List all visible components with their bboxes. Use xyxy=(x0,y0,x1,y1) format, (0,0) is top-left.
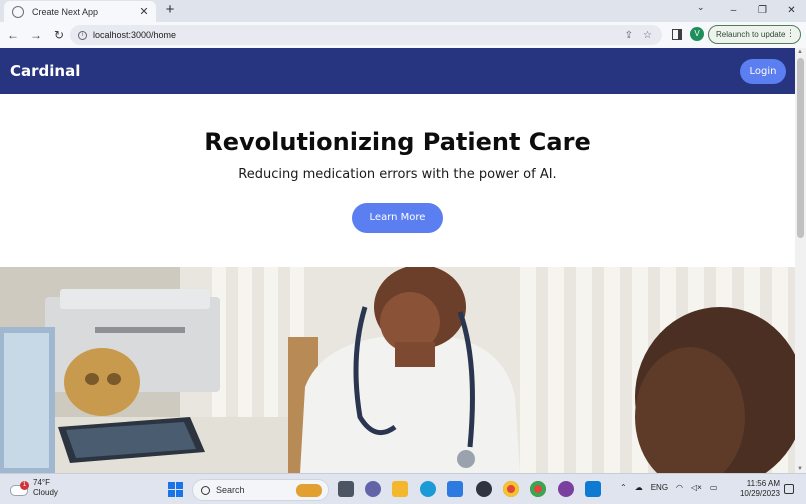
system-tray: ⌃ ☁ ENG ◠ ◁× ▭ xyxy=(620,483,725,492)
search-label: Search xyxy=(216,485,245,495)
share-icon[interactable]: ⇪ xyxy=(625,30,633,41)
windows-start-icon[interactable] xyxy=(168,482,183,497)
page-viewport: Cardinal Login Revolutionizing Patient C… xyxy=(0,48,795,473)
tab-close-button[interactable]: ✕ xyxy=(138,5,150,18)
relaunch-label: Relaunch to update xyxy=(716,30,786,39)
battery-icon[interactable]: ▭ xyxy=(710,483,718,492)
scroll-up-icon[interactable]: ▲ xyxy=(797,49,803,55)
ms-store-icon[interactable] xyxy=(447,481,463,497)
relaunch-button[interactable]: Relaunch to update ⋮ xyxy=(708,25,801,44)
login-button[interactable]: Login xyxy=(740,59,786,84)
alien-app-icon[interactable] xyxy=(476,481,492,497)
chevron-up-icon[interactable]: ⌃ xyxy=(620,483,627,492)
scrollbar-thumb[interactable] xyxy=(797,58,804,238)
browser-toolbar: ← → ↻ i localhost:3000/home ⇪ ☆ V Relaun… xyxy=(0,22,806,48)
menu-dots-icon[interactable]: ⋮ xyxy=(786,28,795,39)
cloud-tray-icon[interactable]: ☁ xyxy=(635,483,643,492)
edge-browser-icon[interactable] xyxy=(420,481,436,497)
cloud-icon: 1 xyxy=(8,481,29,496)
search-icon xyxy=(201,485,210,495)
window-controls: – ❐ ✕ xyxy=(719,0,806,20)
side-panel-icon[interactable] xyxy=(672,29,682,40)
language-indicator[interactable]: ENG xyxy=(651,483,668,492)
search-highlight-icon xyxy=(296,484,322,497)
weather-temp: 74°F xyxy=(33,478,50,487)
clock-time: 11:56 AM xyxy=(746,479,780,488)
notification-icon[interactable] xyxy=(784,484,794,494)
bookmark-star-icon[interactable]: ☆ xyxy=(643,30,652,41)
doctor-photo-illustration xyxy=(0,267,795,473)
hero-title: Revolutionizing Patient Care xyxy=(204,128,591,156)
new-tab-button[interactable]: + xyxy=(163,2,177,18)
chrome-profile-icon[interactable] xyxy=(530,481,546,497)
globe-icon xyxy=(12,5,24,18)
task-view-icon[interactable] xyxy=(338,481,354,497)
profile-avatar[interactable]: V xyxy=(690,27,704,41)
site-info-icon[interactable]: i xyxy=(78,30,87,40)
clock-date: 10/29/2023 xyxy=(739,489,780,498)
vscode-icon[interactable] xyxy=(585,481,601,497)
weather-desc: Cloudy xyxy=(33,488,58,497)
tab-title: Create Next App xyxy=(32,6,99,17)
volume-icon[interactable]: ◁× xyxy=(691,483,702,492)
windows-taskbar: 1 74°F Cloudy Search ⌃ ☁ ENG ◠ ◁× ▭ 11:5… xyxy=(0,473,806,504)
brand-logo[interactable]: Cardinal xyxy=(10,62,80,80)
learn-more-button[interactable]: Learn More xyxy=(352,203,443,233)
page-scrollbar[interactable]: ▲ ▼ xyxy=(795,48,806,473)
file-explorer-icon[interactable] xyxy=(392,481,408,497)
address-bar[interactable]: i localhost:3000/home ⇪ ☆ xyxy=(70,25,662,45)
clock[interactable]: 11:56 AM 10/29/2023 xyxy=(738,479,780,499)
site-navbar: Cardinal Login xyxy=(0,48,795,94)
weather-badge: 1 xyxy=(20,481,29,490)
restore-button[interactable]: ❐ xyxy=(748,5,777,16)
url-text[interactable]: localhost:3000/home xyxy=(93,30,625,40)
tab-strip: Create Next App ✕ + ⌄ – ❐ ✕ xyxy=(0,0,806,22)
hero-section: Revolutionizing Patient Care Reducing me… xyxy=(0,94,795,267)
close-window-button[interactable]: ✕ xyxy=(777,5,806,16)
minimize-button[interactable]: – xyxy=(719,5,748,16)
hero-subtitle: Reducing medication errors with the powe… xyxy=(238,167,557,182)
taskbar-search[interactable]: Search xyxy=(192,479,329,501)
github-desktop-icon[interactable] xyxy=(558,481,574,497)
back-arrow-icon[interactable]: ← xyxy=(3,28,23,42)
hero-photo xyxy=(0,267,795,473)
scroll-down-icon[interactable]: ▼ xyxy=(797,466,803,472)
weather-widget[interactable]: 1 74°F Cloudy xyxy=(8,478,58,498)
chrome-icon[interactable] xyxy=(503,481,519,497)
tab-search-icon[interactable]: ⌄ xyxy=(697,2,705,13)
forward-arrow-icon[interactable]: → xyxy=(26,28,46,42)
wifi-icon[interactable]: ◠ xyxy=(676,483,683,492)
browser-tab[interactable]: Create Next App ✕ xyxy=(4,1,156,22)
teams-chat-icon[interactable] xyxy=(365,481,381,497)
reload-icon[interactable]: ↻ xyxy=(49,28,69,42)
